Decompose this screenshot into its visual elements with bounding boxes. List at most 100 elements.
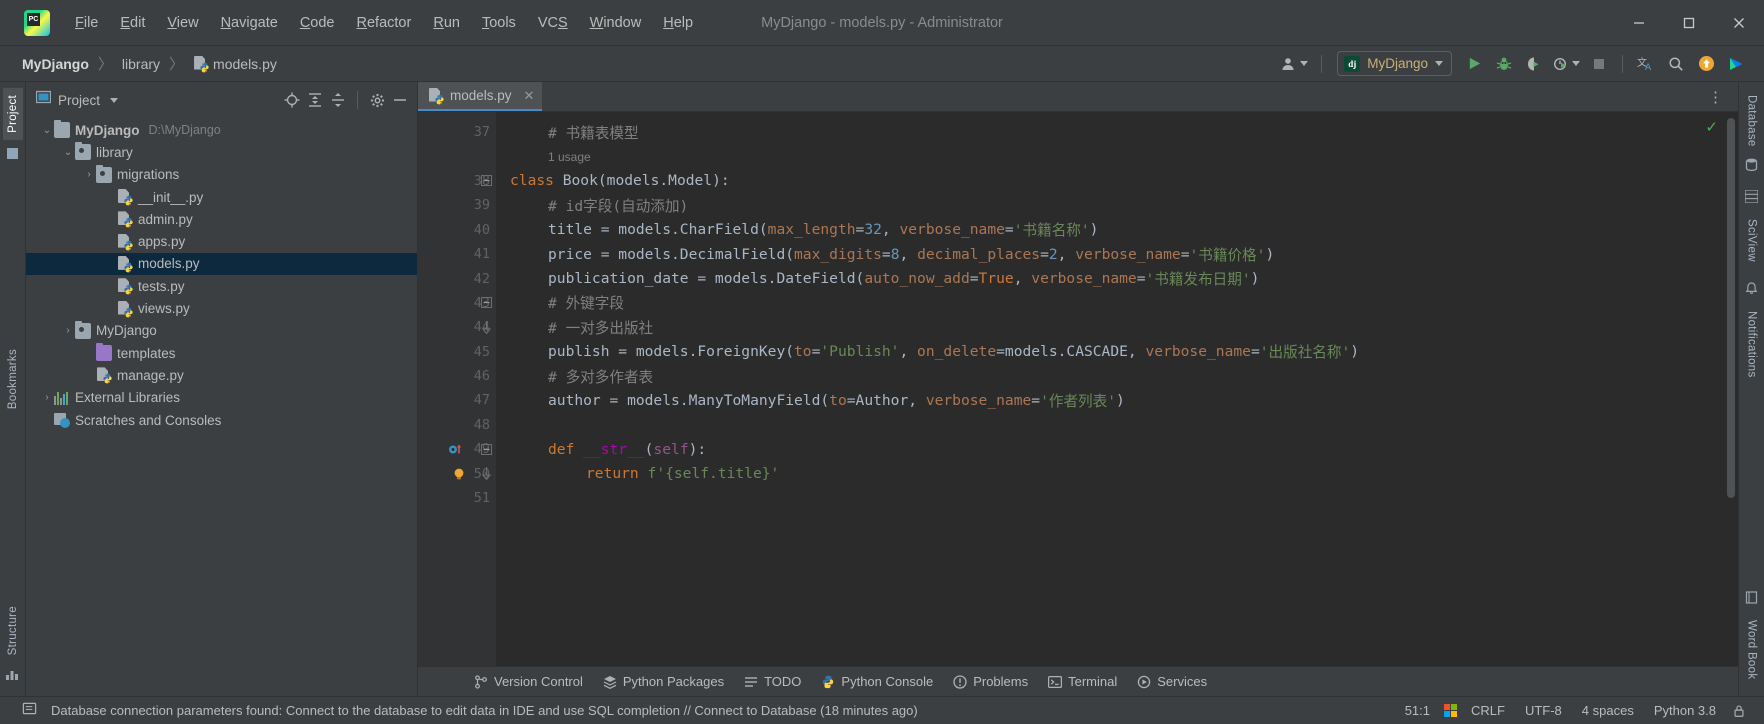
gutter-line-44[interactable]: 44 (418, 315, 496, 339)
bottom-tab-services[interactable]: Services (1129, 670, 1215, 693)
bottom-tab-python-console[interactable]: Python Console (813, 670, 941, 693)
tree-item-external-libraries[interactable]: › External Libraries (26, 387, 417, 409)
fold-region-end-icon[interactable] (481, 320, 492, 334)
menu-edit[interactable]: Edit (109, 11, 156, 35)
toolbox-icon[interactable] (1722, 51, 1750, 77)
tool-window-word-book[interactable]: Word Book (1742, 613, 1762, 686)
run-configuration-selector[interactable]: dj MyDjango (1337, 51, 1452, 76)
chevron-right-icon[interactable]: › (82, 169, 96, 180)
bottom-tab-python-packages[interactable]: Python Packages (595, 670, 732, 693)
run-button[interactable] (1460, 51, 1488, 77)
menu-help[interactable]: Help (652, 11, 704, 35)
tree-item-templates[interactable]: templates (26, 342, 417, 364)
close-icon[interactable]: ✕ (524, 88, 535, 104)
breadcrumb-library[interactable]: library (122, 56, 160, 72)
tool-window-notifications[interactable]: Notifications (1742, 304, 1762, 385)
gutter-line-41[interactable]: 41 (418, 242, 496, 266)
tree-item-library[interactable]: ⌄ library (26, 141, 417, 163)
more-options-icon[interactable]: ⋮ (1702, 88, 1730, 106)
tree-item-scratches-and-consoles[interactable]: Scratches and Consoles (26, 409, 417, 431)
overridden-method-icon[interactable] (448, 442, 462, 456)
tree-item-manage-py[interactable]: manage.py (26, 364, 417, 386)
code-editor[interactable]: 37 38 39 40 41 42 43 44 45 46 47 48 49 50 51 # 书籍表模型 1 … (418, 112, 1738, 666)
fold-collapse-icon[interactable] (481, 443, 492, 455)
close-button[interactable] (1714, 0, 1764, 46)
tree-item-views-py[interactable]: views.py (26, 297, 417, 319)
lock-icon[interactable] (1726, 704, 1754, 718)
fold-collapse-icon[interactable] (481, 297, 492, 309)
chevron-down-icon[interactable]: ⌄ (40, 125, 54, 136)
chevron-right-icon[interactable]: › (40, 392, 54, 403)
search-icon[interactable] (1662, 51, 1690, 77)
menu-file[interactable]: File (64, 11, 109, 35)
status-message[interactable]: Database connection parameters found: Co… (51, 703, 918, 718)
tool-window-sciview[interactable]: SciView (1742, 212, 1762, 269)
bottom-tab-problems[interactable]: Problems (945, 670, 1036, 693)
maximize-button[interactable] (1664, 0, 1714, 46)
tree-item-migrations[interactable]: › migrations (26, 164, 417, 186)
bottom-tab-version-control[interactable]: Version Control (466, 670, 591, 693)
line-separator[interactable]: CRLF (1461, 700, 1515, 721)
chevron-down-icon[interactable]: ⌄ (61, 147, 75, 158)
bottom-tab-terminal[interactable]: Terminal (1040, 670, 1125, 693)
select-opened-file-icon[interactable] (281, 89, 303, 111)
expand-all-icon[interactable] (304, 89, 326, 111)
update-available-icon[interactable] (1692, 51, 1720, 77)
tool-window-database[interactable]: Database (1742, 88, 1762, 154)
python-interpreter[interactable]: Python 3.8 (1644, 700, 1726, 721)
gutter-line-46[interactable]: 46 (418, 364, 496, 388)
gutter-line-39[interactable]: 39 (418, 193, 496, 217)
chevron-right-icon[interactable]: › (61, 325, 75, 336)
chevron-down-icon[interactable] (110, 97, 119, 103)
menu-code[interactable]: Code (289, 11, 346, 35)
gutter-line-43[interactable]: 43 (418, 291, 496, 315)
stop-button[interactable] (1585, 51, 1613, 77)
minimize-button[interactable] (1614, 0, 1664, 46)
tree-item-init-py[interactable]: __init__.py (26, 186, 417, 208)
editor-code-content[interactable]: # 书籍表模型 1 usage class Book (models.Model): #… (496, 112, 1738, 666)
gutter-line-37[interactable]: 37 (418, 120, 496, 144)
gutter-line-51[interactable]: 51 (418, 486, 496, 510)
tree-item-tests-py[interactable]: tests.py (26, 275, 417, 297)
gutter-line-45[interactable]: 45 (418, 340, 496, 364)
run-coverage-button[interactable] (1520, 51, 1548, 77)
tool-window-structure[interactable]: Structure (3, 599, 23, 662)
user-account-icon[interactable] (1276, 51, 1312, 77)
gutter-line-47[interactable]: 47 (418, 388, 496, 412)
collapse-all-icon[interactable] (327, 89, 349, 111)
gutter-line-42[interactable]: 42 (418, 266, 496, 290)
breadcrumb-file[interactable]: models.py (213, 56, 277, 72)
run-profiler-button[interactable] (1550, 51, 1583, 77)
menu-vcs[interactable]: VCS (527, 11, 579, 35)
menu-refactor[interactable]: Refactor (346, 11, 423, 35)
bottom-tab-todo[interactable]: TODO (736, 670, 809, 693)
caret-position[interactable]: 51:1 (1395, 700, 1440, 721)
tool-window-project[interactable]: Project (2, 88, 23, 140)
menu-run[interactable]: Run (422, 11, 471, 35)
tree-item-mydjango[interactable]: › MyDjango (26, 320, 417, 342)
gutter-line-49[interactable]: 49 (418, 437, 496, 461)
gutter-line-50[interactable]: 50 (418, 461, 496, 485)
project-tree[interactable]: ⌄ MyDjango D:\MyDjango ⌄ library › migrations _… (26, 114, 417, 696)
menu-tools[interactable]: Tools (471, 11, 527, 35)
menu-window[interactable]: Window (579, 11, 653, 35)
fold-region-end-icon[interactable] (481, 467, 492, 481)
tree-item-admin-py[interactable]: admin.py (26, 208, 417, 230)
event-log-icon[interactable] (22, 701, 37, 721)
breadcrumb-project[interactable]: MyDjango (22, 56, 89, 72)
inspection-status-icon[interactable]: ✓ (1705, 118, 1718, 136)
scrollbar-thumb[interactable] (1727, 118, 1735, 498)
intention-bulb-icon[interactable] (452, 467, 466, 481)
debug-button[interactable] (1490, 51, 1518, 77)
gutter-line-hint[interactable] (418, 144, 496, 168)
gutter-line-40[interactable]: 40 (418, 218, 496, 242)
fold-collapse-icon[interactable] (481, 175, 492, 187)
editor-tab-models[interactable]: models.py ✕ (418, 82, 543, 111)
gear-icon[interactable] (366, 89, 388, 111)
gutter-line-48[interactable]: 48 (418, 413, 496, 437)
menu-navigate[interactable]: Navigate (210, 11, 289, 35)
editor-gutter[interactable]: 37 38 39 40 41 42 43 44 45 46 47 48 49 50 51 (418, 112, 496, 666)
hide-panel-icon[interactable] (389, 89, 411, 111)
tree-item-mydjango[interactable]: ⌄ MyDjango D:\MyDjango (26, 119, 417, 141)
tool-window-bookmarks[interactable]: Bookmarks (3, 342, 23, 416)
